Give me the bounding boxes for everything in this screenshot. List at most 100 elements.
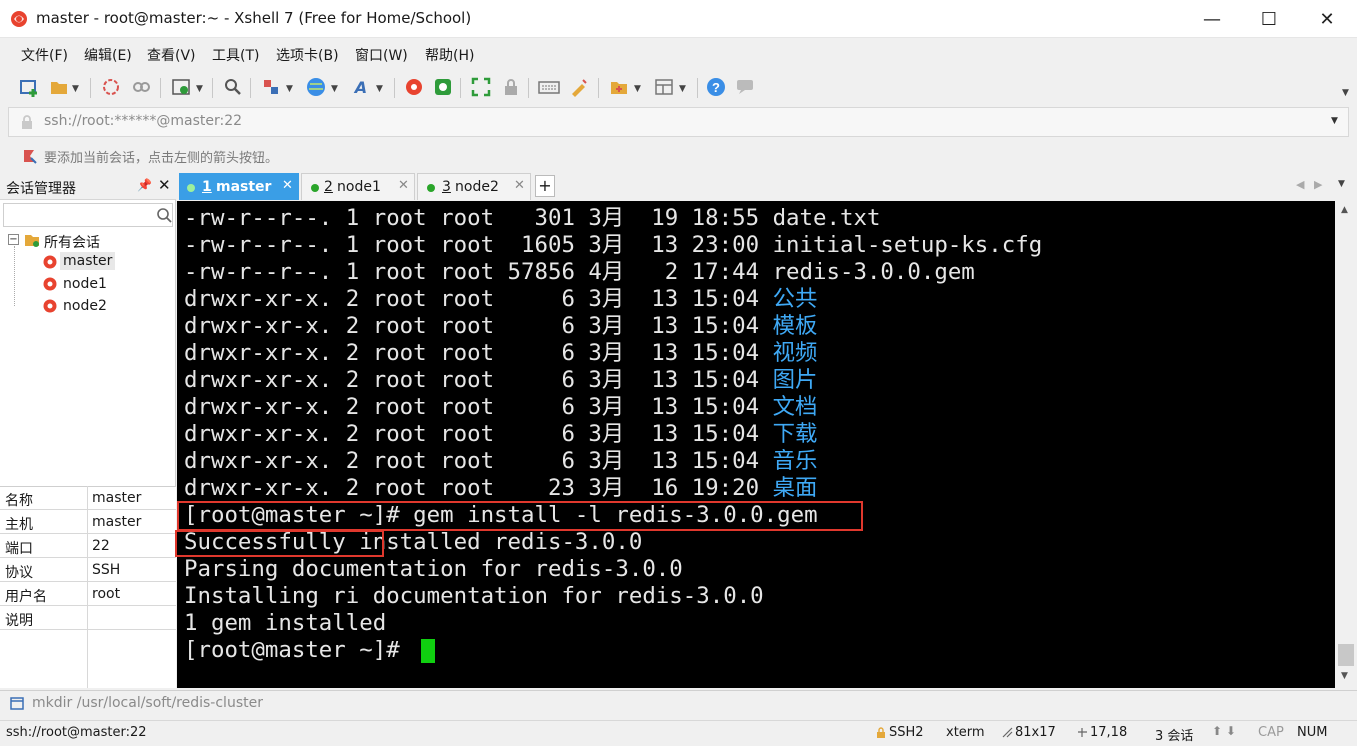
help-icon[interactable]: ? (705, 76, 727, 98)
property-row: 名称 master (0, 486, 176, 510)
menu-bar (0, 38, 1357, 70)
property-row: 协议 SSH (0, 558, 176, 582)
tab-node1[interactable]: 2 node1 ✕ (301, 173, 415, 200)
tree-line (14, 246, 15, 306)
directory-name: 音乐 (772, 448, 818, 474)
open-folder-icon[interactable] (48, 76, 70, 98)
file-name: initial-setup-ks.cfg (772, 232, 1043, 258)
compose-input[interactable]: mkdir /usr/local/soft/redis-cluster (32, 695, 263, 711)
menu-edit[interactable]: 编辑(E) (84, 45, 132, 65)
menu-view[interactable]: 查看(V) (147, 45, 196, 65)
tab-scroll-left-icon[interactable]: ◀ (1296, 178, 1304, 191)
chevron-down-icon[interactable]: ▼ (679, 84, 686, 94)
session-search-input[interactable] (3, 203, 173, 227)
folder-icon (25, 235, 39, 247)
close-button[interactable]: ✕ (1298, 0, 1356, 38)
fullscreen-icon[interactable] (470, 76, 492, 98)
terminal-line: drwxr-xr-x. 2 root root 6 3月 13 15:04 文档 (184, 394, 818, 420)
terminal-line: drwxr-xr-x. 2 root root 23 3月 16 19:20 桌… (184, 475, 818, 501)
lock-icon (22, 115, 32, 129)
close-tab-icon[interactable]: ✕ (514, 178, 525, 193)
scroll-up-icon[interactable]: ▲ (1341, 205, 1348, 215)
xshell-icon[interactable] (403, 76, 425, 98)
status-connection: ssh://root@master:22 (6, 725, 147, 740)
collapse-toggle-icon[interactable]: − (8, 234, 19, 245)
address-dropdown-icon[interactable]: ▼ (1331, 116, 1338, 126)
terminal-line: drwxr-xr-x. 2 root root 6 3月 13 15:04 下载 (184, 421, 818, 447)
chevron-down-icon[interactable]: ▼ (331, 84, 338, 94)
terminal-line: Parsing documentation for redis-3.0.0 (184, 556, 683, 582)
session-item-master[interactable]: master (60, 252, 116, 270)
chevron-down-icon[interactable]: ▼ (634, 84, 641, 94)
terminal-line: -rw-r--r--. 1 root root 1605 3月 13 23:00… (184, 232, 1043, 258)
directory-name: 图片 (772, 367, 818, 393)
menu-tabs[interactable]: 选项卡(B) (276, 45, 339, 65)
status-bar (0, 720, 1357, 746)
property-row: 说明 (0, 606, 176, 630)
status-num-lock: NUM (1297, 725, 1328, 740)
chat-icon[interactable] (734, 76, 756, 98)
disconnect-icon[interactable] (130, 76, 152, 98)
new-tab-button[interactable]: + (535, 175, 555, 197)
tab-scroll-right-icon[interactable]: ▶ (1314, 178, 1322, 191)
chevron-down-icon[interactable]: ▼ (196, 84, 203, 94)
terminal-line: 1 gem installed (184, 610, 387, 636)
tree-root-all-sessions[interactable]: 所有会话 (44, 232, 100, 252)
close-tab-icon[interactable]: ✕ (282, 178, 293, 193)
tab-list-dropdown-icon[interactable]: ▼ (1338, 179, 1345, 189)
xftp-icon[interactable] (432, 76, 454, 98)
lock-icon[interactable] (500, 76, 522, 98)
property-row: 用户名 root (0, 582, 176, 606)
add-folder-icon[interactable] (608, 76, 630, 98)
highlight-box-command (177, 501, 863, 531)
terminal-line: drwxr-xr-x. 2 root root 6 3月 13 15:04 图片 (184, 367, 818, 393)
address-input[interactable]: ssh://root:******@master:22 (44, 113, 242, 129)
session-icon (43, 255, 57, 269)
directory-name: 公共 (772, 286, 818, 312)
status-size: 81x17 (1015, 725, 1056, 740)
menu-window[interactable]: 窗口(W) (355, 45, 408, 65)
session-nav-arrows-icon[interactable]: ⬆ ⬇ (1212, 724, 1236, 738)
highlight-icon[interactable] (568, 76, 590, 98)
status-protocol: SSH2 (889, 725, 924, 740)
maximize-button[interactable]: ☐ (1240, 0, 1298, 38)
keyboard-icon[interactable] (538, 76, 560, 98)
menu-tools[interactable]: 工具(T) (212, 45, 259, 65)
session-item-node2[interactable]: node2 (63, 298, 107, 314)
size-icon (1002, 727, 1013, 738)
properties-icon[interactable] (170, 76, 192, 98)
cursor-position-icon (1078, 728, 1087, 737)
lock-icon (877, 727, 885, 738)
terminal-line: drwxr-xr-x. 2 root root 6 3月 13 15:04 视频 (184, 340, 818, 366)
scrollbar-thumb[interactable] (1338, 644, 1354, 666)
new-session-icon[interactable] (18, 76, 40, 98)
menu-file[interactable]: 文件(F) (21, 45, 68, 65)
tab-master[interactable]: 1 master ✕ (179, 173, 299, 200)
bookmark-arrow-icon[interactable] (22, 148, 38, 164)
terminal-line: -rw-r--r--. 1 root root 301 3月 19 18:55 … (184, 205, 881, 231)
chevron-down-icon[interactable]: ▼ (286, 84, 293, 94)
property-row: 主机 master (0, 510, 176, 534)
pin-icon[interactable]: 📌 (137, 178, 152, 192)
globe-icon[interactable] (305, 76, 327, 98)
chevron-down-icon[interactable]: ▼ (376, 84, 383, 94)
terminal-line: [root@master ~]# (184, 637, 414, 663)
scroll-down-icon[interactable]: ▼ (1341, 671, 1348, 681)
menu-help[interactable]: 帮助(H) (425, 45, 474, 65)
layout-icon[interactable] (653, 76, 675, 98)
search-icon[interactable] (222, 76, 244, 98)
close-panel-icon[interactable]: ✕ (158, 176, 171, 194)
chevron-down-icon[interactable]: ▼ (72, 84, 79, 94)
font-icon[interactable]: A (350, 76, 372, 98)
transfer-icon[interactable] (260, 76, 282, 98)
minimize-button[interactable]: — (1183, 0, 1241, 38)
reconnect-icon[interactable] (100, 76, 122, 98)
session-item-node1[interactable]: node1 (63, 276, 107, 292)
compose-window-icon[interactable] (10, 697, 24, 710)
file-name: date.txt (772, 205, 881, 231)
toolbar-overflow-icon[interactable]: ▼ (1342, 88, 1349, 98)
terminal-scrollbar[interactable] (1335, 201, 1357, 688)
tab-node2[interactable]: 3 node2 ✕ (417, 173, 531, 200)
close-tab-icon[interactable]: ✕ (398, 178, 409, 193)
search-icon[interactable] (156, 207, 172, 223)
